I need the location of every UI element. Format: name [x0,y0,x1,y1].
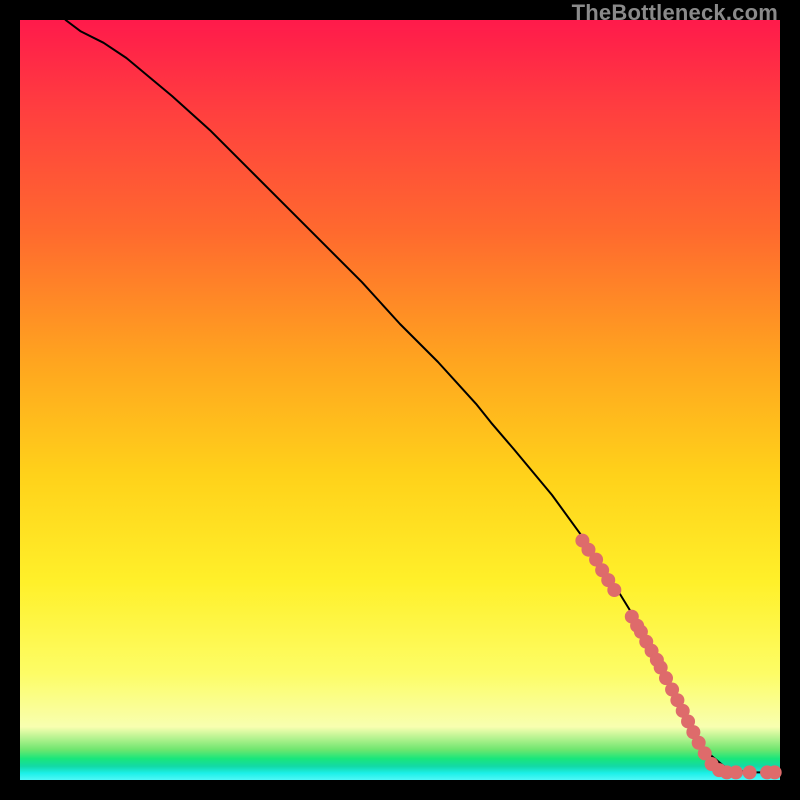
chart-marker-dot [768,765,782,779]
chart-markers [575,534,781,780]
chart-svg [20,20,780,780]
chart-line [66,20,780,772]
chart-marker-dot [729,765,743,779]
chart-plot-area [20,20,780,780]
chart-marker-dot [607,583,621,597]
chart-frame: TheBottleneck.com [0,0,800,800]
chart-marker-dot [743,765,757,779]
